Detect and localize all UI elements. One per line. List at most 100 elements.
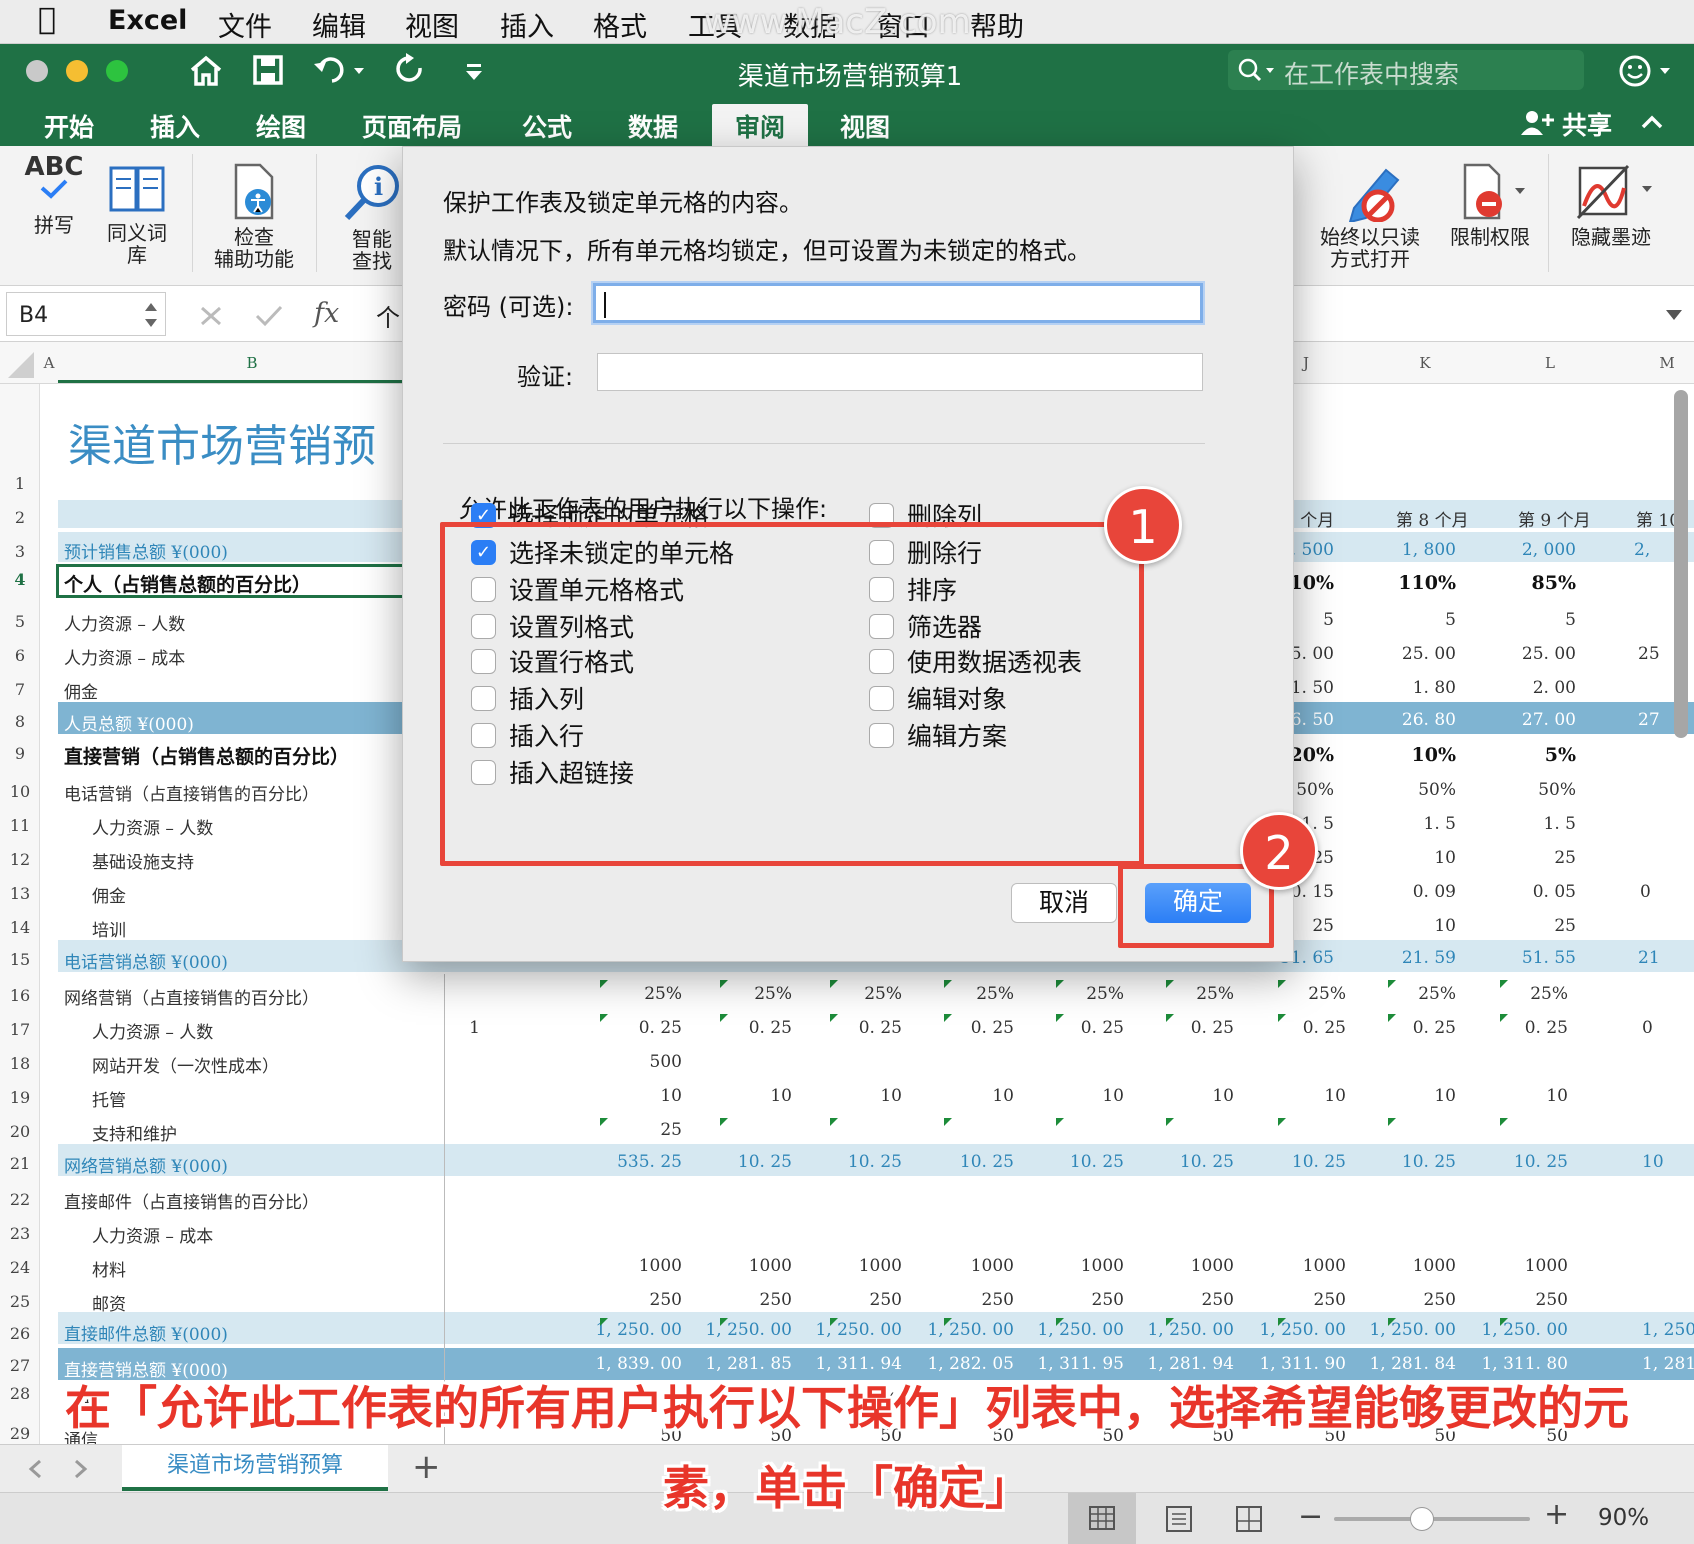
- cell-value[interactable]: 0. 25: [1144, 1018, 1234, 1038]
- cell-value[interactable]: 1000: [1256, 1256, 1346, 1276]
- row-header[interactable]: 13: [0, 884, 40, 903]
- row-label[interactable]: 培训: [92, 916, 126, 941]
- cell-value[interactable]: 10: [1478, 1086, 1568, 1106]
- month-header[interactable]: 第 9 个月: [1518, 506, 1618, 531]
- cell-value[interactable]: 1000: [1478, 1256, 1568, 1276]
- cell-value[interactable]: 1, 250. 00: [812, 1320, 902, 1340]
- cell-value[interactable]: 250: [1144, 1290, 1234, 1310]
- row-header[interactable]: 15: [0, 950, 40, 969]
- cell-value[interactable]: 10%: [1366, 744, 1457, 766]
- name-box[interactable]: B4: [6, 292, 166, 336]
- cell-value[interactable]: 1, 250. 00: [1478, 1320, 1568, 1340]
- row-header[interactable]: 23: [0, 1224, 40, 1243]
- cell-value[interactable]: 2,: [1594, 540, 1654, 560]
- row-header[interactable]: 16: [0, 986, 40, 1005]
- cell-value[interactable]: 0. 25: [1034, 1018, 1124, 1038]
- cell-value[interactable]: 1, 250. 00: [1366, 1320, 1456, 1340]
- row-header[interactable]: 7: [0, 680, 40, 699]
- cell-value[interactable]: 1, 250. 00: [702, 1320, 792, 1340]
- cell-value[interactable]: 50%: [1366, 780, 1456, 800]
- cell-value[interactable]: 10. 25: [924, 1152, 1014, 1172]
- row-label[interactable]: 人力资源 – 成本: [64, 644, 185, 669]
- row-header[interactable]: 18: [0, 1054, 40, 1073]
- cell-value[interactable]: 1, 250. 00: [1144, 1320, 1234, 1340]
- month-header[interactable]: 第 8 个月: [1396, 506, 1496, 531]
- password-input[interactable]: [593, 283, 1203, 323]
- customize-toolbar-icon[interactable]: [464, 62, 484, 82]
- cell-value[interactable]: 10. 25: [812, 1152, 902, 1172]
- row-label[interactable]: 直接邮件总额 ¥(000): [64, 1320, 228, 1345]
- month-header[interactable]: 7 个月: [1284, 506, 1354, 531]
- cell-value[interactable]: 1000: [702, 1256, 792, 1276]
- row-label[interactable]: 预计销售总额 ¥(000): [64, 538, 228, 563]
- row-label[interactable]: 直接营销（占销售总额的百分比）: [64, 742, 349, 769]
- undo-icon[interactable]: [312, 54, 368, 86]
- column-header-j[interactable]: J: [1294, 354, 1318, 372]
- cell-value[interactable]: 2. 00: [1486, 678, 1576, 698]
- verify-password-input[interactable]: [597, 353, 1203, 391]
- cell-value[interactable]: 10: [1600, 1152, 1664, 1172]
- row-label[interactable]: 邮资: [92, 1290, 126, 1315]
- row-label[interactable]: 人力资源 – 成本: [92, 1222, 213, 1247]
- row-header[interactable]: 8: [0, 712, 40, 731]
- cell-value[interactable]: 5%: [1486, 744, 1576, 766]
- row-header[interactable]: 3: [0, 542, 40, 561]
- tab-review[interactable]: 审阅: [712, 104, 808, 146]
- menu-insert[interactable]: 插入: [500, 5, 554, 44]
- row-header[interactable]: 19: [0, 1088, 40, 1107]
- row-header[interactable]: 26: [0, 1324, 40, 1343]
- cell-value[interactable]: 10. 25: [702, 1152, 792, 1172]
- cell-value[interactable]: 10: [924, 1086, 1014, 1106]
- cell-value[interactable]: 250: [592, 1290, 682, 1310]
- tab-view[interactable]: 视图: [828, 104, 902, 146]
- tab-page-layout[interactable]: 页面布局: [350, 104, 474, 146]
- cell-value[interactable]: 25%: [702, 984, 792, 1004]
- feedback-smiley-icon[interactable]: [1618, 54, 1678, 88]
- cell-value[interactable]: 1000: [924, 1256, 1014, 1276]
- add-person-icon[interactable]: [1520, 108, 1556, 138]
- formula-content[interactable]: 个: [376, 298, 400, 333]
- cell-value[interactable]: 21. 59: [1366, 948, 1456, 968]
- tab-formulas[interactable]: 公式: [510, 104, 584, 146]
- row-header[interactable]: 25: [0, 1292, 40, 1311]
- menu-format[interactable]: 格式: [593, 5, 647, 44]
- cell-value[interactable]: 0. 25: [812, 1018, 902, 1038]
- row-label[interactable]: 人员总额 ¥(000): [64, 710, 194, 735]
- row-label[interactable]: 电话营销总额 ¥(000): [64, 948, 228, 973]
- row-header[interactable]: 5: [0, 612, 40, 631]
- row-label[interactable]: 佣金: [64, 678, 98, 703]
- cell-value[interactable]: 0. 25: [1256, 1018, 1346, 1038]
- cell-value[interactable]: 1. 80: [1366, 678, 1456, 698]
- cell-value[interactable]: 0. 25: [924, 1018, 1014, 1038]
- redo-icon[interactable]: [392, 52, 428, 88]
- cell-value[interactable]: 1000: [1144, 1256, 1234, 1276]
- row-label[interactable]: 电话营销（占直接销售的百分比）: [64, 780, 319, 805]
- cell-value[interactable]: 5: [1486, 610, 1576, 630]
- cell-value[interactable]: 5: [1366, 610, 1456, 630]
- cell-value[interactable]: 1000: [812, 1256, 902, 1276]
- cell-value[interactable]: 250: [812, 1290, 902, 1310]
- cell-value[interactable]: 25%: [1366, 984, 1456, 1004]
- cell-value[interactable]: 25%: [1144, 984, 1234, 1004]
- cell-value[interactable]: 25%: [812, 984, 902, 1004]
- column-header-l[interactable]: L: [1490, 354, 1610, 372]
- accessibility-check-button[interactable]: 检查 辅助功能: [198, 162, 310, 270]
- menu-view[interactable]: 视图: [405, 5, 459, 44]
- cell-value[interactable]: 10: [812, 1086, 902, 1106]
- cell-value[interactable]: 25%: [1478, 984, 1568, 1004]
- cell-value[interactable]: 27. 00: [1486, 710, 1576, 730]
- cell-value[interactable]: 10. 25: [1478, 1152, 1568, 1172]
- cell-value[interactable]: 0. 09: [1366, 882, 1456, 902]
- cell-value[interactable]: 500: [592, 1052, 682, 1072]
- row-label[interactable]: 佣金: [92, 882, 126, 907]
- cell-value[interactable]: 10: [1256, 1086, 1346, 1106]
- cell-value[interactable]: 0: [1594, 882, 1654, 902]
- menu-help[interactable]: 帮助: [970, 5, 1024, 44]
- collapse-ribbon-icon[interactable]: [1640, 112, 1664, 132]
- row-header[interactable]: 12: [0, 850, 40, 869]
- select-all-corner[interactable]: [4, 348, 36, 380]
- search-sheet-field[interactable]: 在工作表中搜索: [1228, 50, 1584, 90]
- menu-app-name[interactable]: Excel: [108, 5, 187, 36]
- function-icon[interactable]: fx: [314, 298, 339, 329]
- row-header[interactable]: 9: [0, 744, 40, 763]
